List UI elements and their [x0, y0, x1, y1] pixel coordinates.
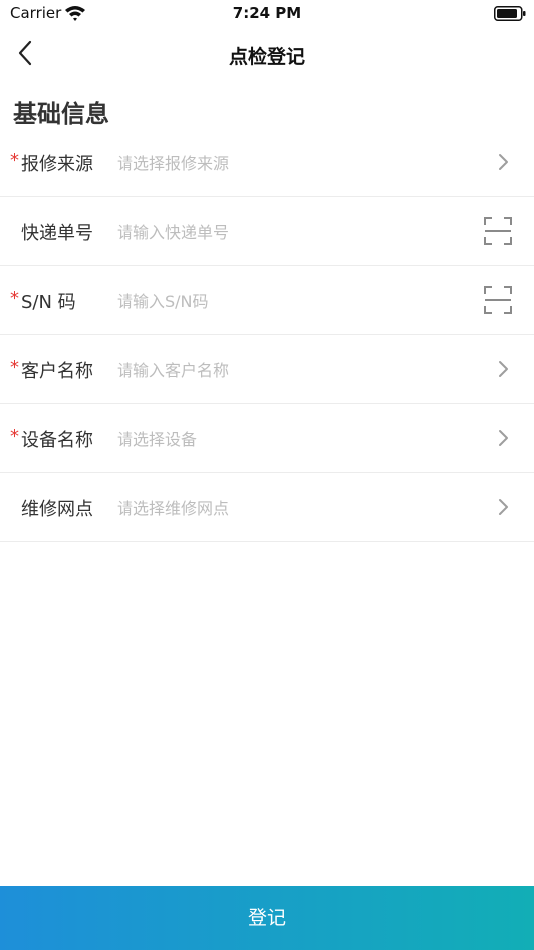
field-input[interactable]: 请选择设备 — [117, 426, 467, 450]
field-input[interactable]: 请输入S/N码 — [117, 288, 467, 312]
required-mark: * — [10, 426, 19, 447]
field-input[interactable]: 请输入快递单号 — [117, 219, 467, 243]
status-time: 7:24 PM — [232, 4, 302, 22]
status-bar: Carrier 7:24 PM — [0, 0, 534, 28]
form: * 报修来源 请选择报修来源 快递单号 请输入快递单号 * S/N 码请输入S/N码 * 客户名… — [0, 128, 534, 542]
required-mark: * — [10, 357, 19, 378]
field-label: 报修来源 — [21, 154, 93, 175]
section-title: 基础信息 — [13, 100, 109, 128]
nav-bar: 点检登记 — [0, 28, 534, 80]
form-row[interactable]: 快递单号 请输入快递单号 — [0, 197, 534, 266]
form-row[interactable]: 维修网点 请选择维修网点 — [0, 473, 534, 542]
submit-button[interactable]: 登记 — [0, 886, 534, 950]
chevron-right-icon[interactable] — [496, 359, 510, 379]
chevron-right-icon[interactable] — [496, 497, 510, 517]
required-mark: * — [10, 150, 19, 171]
required-mark: * — [10, 288, 19, 309]
chevron-right-icon[interactable] — [496, 428, 510, 448]
field-label: 设备名称 — [21, 430, 93, 451]
chevron-right-icon[interactable] — [496, 152, 510, 172]
field-input[interactable]: 请选择报修来源 — [117, 150, 467, 174]
field-input[interactable]: 请选择维修网点 — [117, 495, 467, 519]
scan-icon[interactable] — [484, 217, 512, 245]
scan-icon[interactable] — [484, 286, 512, 314]
form-row[interactable]: * 客户名称 请输入客户名称 — [0, 335, 534, 404]
field-label: S/N 码 — [21, 292, 76, 313]
battery-icon — [494, 6, 526, 21]
form-row[interactable]: * 报修来源 请选择报修来源 — [0, 128, 534, 197]
field-label: 维修网点 — [21, 499, 93, 520]
field-input[interactable]: 请输入客户名称 — [117, 357, 467, 381]
form-row[interactable]: * S/N 码 请输入S/N码 — [0, 266, 534, 335]
field-label: 快递单号 — [21, 223, 93, 244]
page-title: 点检登记 — [228, 46, 305, 68]
field-label: 客户名称 — [21, 361, 93, 382]
form-row[interactable]: * 设备名称 请选择设备 — [0, 404, 534, 473]
